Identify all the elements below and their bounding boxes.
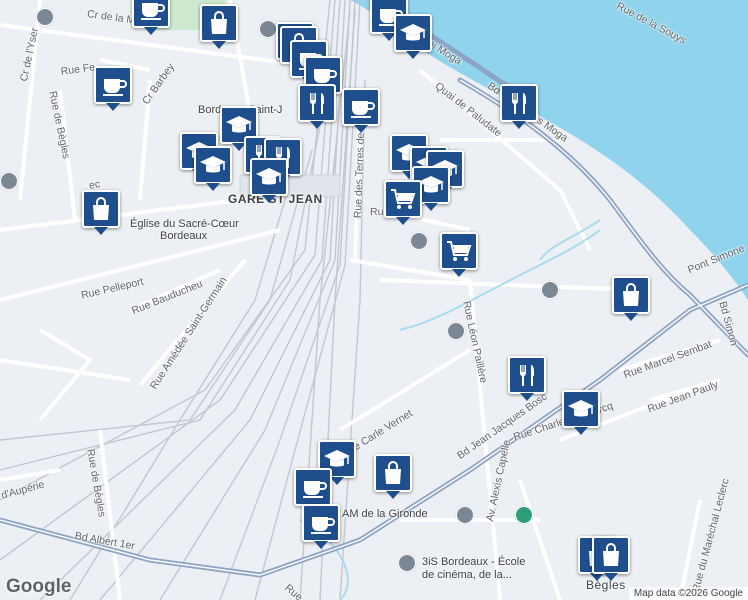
- place-label-3is-1: 3iS Bordeaux - École: [422, 556, 526, 568]
- google-logo: Google: [6, 576, 72, 597]
- map-pin-restaurant[interactable]: [500, 84, 538, 129]
- medical-icon[interactable]: [515, 506, 533, 524]
- transit-station-icon[interactable]: [447, 322, 465, 340]
- map-pin-shopping[interactable]: [592, 536, 630, 581]
- place-label-eglise-1: Église du Sacré-Cœur: [130, 218, 239, 230]
- map-pin-shopping[interactable]: [374, 454, 412, 499]
- museum-icon[interactable]: [456, 506, 474, 524]
- street-label-ru: Ru: [370, 206, 384, 218]
- map-pin-coffee[interactable]: [302, 504, 340, 549]
- map-pin-cart[interactable]: [384, 180, 422, 225]
- map-pin-education[interactable]: [250, 158, 288, 203]
- map-pin-coffee[interactable]: [94, 66, 132, 111]
- landmark-icon[interactable]: [541, 281, 559, 299]
- map-canvas[interactable]: Cr de la Marne Cr de l'Yser Rue Fe Cr Ba…: [0, 0, 748, 600]
- map-pin-education[interactable]: [562, 390, 600, 435]
- map-pin-restaurant[interactable]: [508, 356, 546, 401]
- place-label-am-gironde: AM de la Gironde: [342, 508, 428, 520]
- place-icon[interactable]: [36, 8, 54, 26]
- map-pin-education[interactable]: [194, 146, 232, 191]
- map-pin-coffee[interactable]: [342, 88, 380, 133]
- map-pin-shopping[interactable]: [200, 4, 238, 49]
- map-pin-coffee[interactable]: [294, 468, 332, 513]
- place-icon[interactable]: [0, 172, 18, 190]
- place-label-3is-2: de cinéma, de la...: [422, 569, 512, 581]
- map-pin-cart[interactable]: [440, 232, 478, 277]
- transit-station-icon[interactable]: [410, 232, 428, 250]
- place-label-eglise-2: Bordeaux: [160, 230, 208, 242]
- map-attribution[interactable]: Map data ©2026 Google: [628, 587, 748, 600]
- map-pin-shopping[interactable]: [612, 276, 650, 321]
- transit-station-icon[interactable]: [259, 20, 277, 38]
- school-icon[interactable]: [398, 554, 416, 572]
- map-pin-coffee[interactable]: [132, 0, 170, 35]
- map-pin-education[interactable]: [394, 14, 432, 59]
- map-pin-restaurant[interactable]: [298, 84, 336, 129]
- map-pin-shopping[interactable]: [82, 190, 120, 235]
